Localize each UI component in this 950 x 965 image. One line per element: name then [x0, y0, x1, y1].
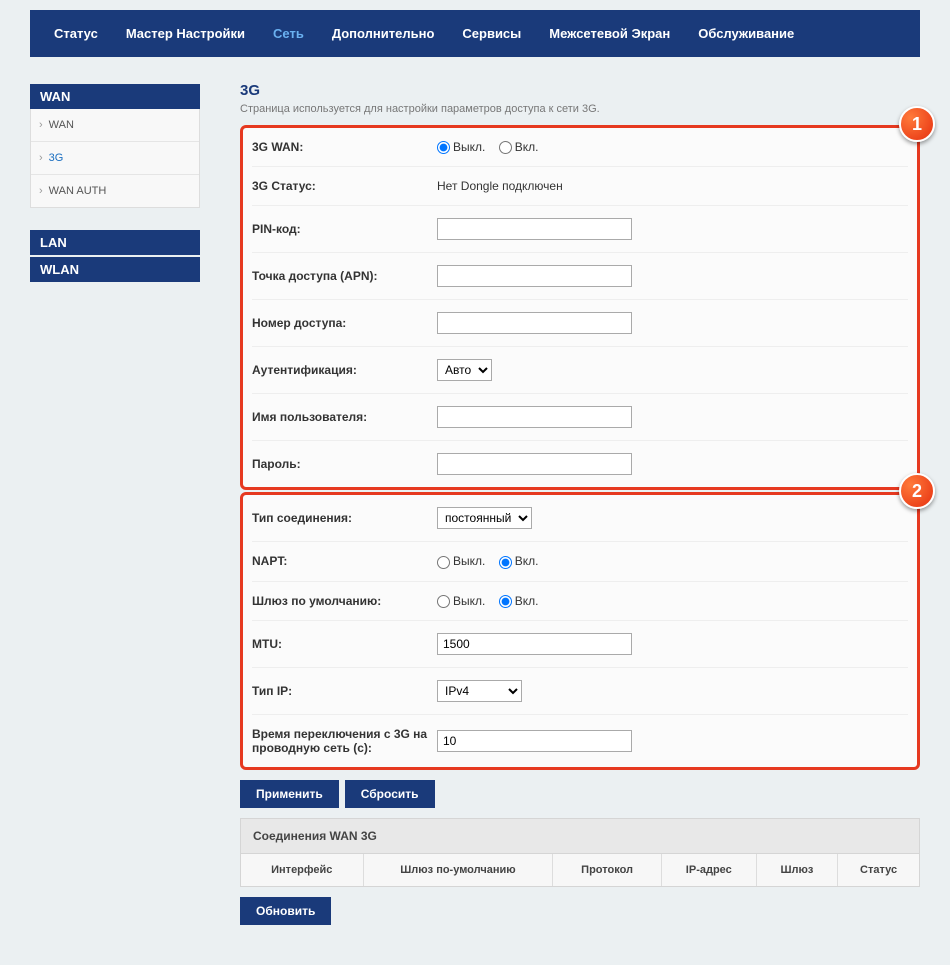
th-defgw: Шлюз по-умолчанию	[363, 854, 553, 886]
input-pass[interactable]	[437, 453, 632, 475]
radio-napt-on[interactable]: Вкл.	[499, 554, 539, 568]
select-auth[interactable]: Авто	[437, 359, 492, 381]
radio-defgw-off[interactable]: Выкл.	[437, 594, 485, 608]
label-3gstatus: 3G Статус:	[252, 179, 437, 193]
wan3g-table: Соединения WAN 3G Интерфейс Шлюз по-умол…	[240, 818, 920, 887]
sidebar-header-wan[interactable]: WAN	[30, 84, 200, 109]
label-switchtime: Время переключения с 3G на проводную сет…	[252, 727, 437, 755]
input-dialnum[interactable]	[437, 312, 632, 334]
label-pass: Пароль:	[252, 457, 437, 471]
nav-advanced[interactable]: Дополнительно	[318, 10, 449, 57]
label-napt: NAPT:	[252, 554, 437, 568]
nav-status[interactable]: Статус	[40, 10, 112, 57]
section-1: 1 3G WAN: Выкл. Вкл. 3G Статус: Нет Dong…	[240, 125, 920, 490]
label-defgw: Шлюз по умолчанию:	[252, 594, 437, 608]
reset-button[interactable]: Сбросить	[345, 780, 435, 808]
label-user: Имя пользователя:	[252, 410, 437, 424]
table-title: Соединения WAN 3G	[241, 819, 919, 854]
th-ip: IP-адрес	[661, 854, 756, 886]
nav-wizard[interactable]: Мастер Настройки	[112, 10, 259, 57]
th-status: Статус	[838, 854, 919, 886]
radio-napt-off[interactable]: Выкл.	[437, 554, 485, 568]
sidebar-header-wlan[interactable]: WLAN	[30, 257, 200, 282]
section-2: 2 Тип соединения: постоянный NAPT: Выкл.…	[240, 492, 920, 770]
label-mtu: MTU:	[252, 637, 437, 651]
label-iptype: Тип IP:	[252, 684, 437, 698]
sidebar-item-wanauth[interactable]: WAN AUTH	[31, 175, 199, 207]
refresh-button[interactable]: Обновить	[240, 897, 331, 925]
th-interface: Интерфейс	[241, 854, 363, 886]
label-pin: PIN-код:	[252, 222, 437, 236]
marker-2-icon: 2	[899, 473, 935, 509]
radio-defgw-on[interactable]: Вкл.	[499, 594, 539, 608]
label-apn: Точка доступа (APN):	[252, 269, 437, 283]
input-apn[interactable]	[437, 265, 632, 287]
nav-network[interactable]: Сеть	[259, 10, 318, 57]
nav-maintenance[interactable]: Обслуживание	[684, 10, 808, 57]
label-dialnum: Номер доступа:	[252, 316, 437, 330]
marker-1-icon: 1	[899, 106, 935, 142]
th-protocol: Протокол	[553, 854, 661, 886]
label-3gwan: 3G WAN:	[252, 140, 437, 154]
radio-3gwan-off[interactable]: Выкл.	[437, 140, 485, 154]
input-pin[interactable]	[437, 218, 632, 240]
main-content: 3G Страница используется для настройки п…	[240, 82, 920, 935]
radio-3gwan-on[interactable]: Вкл.	[499, 140, 539, 154]
select-iptype[interactable]: IPv4	[437, 680, 522, 702]
page-desc: Страница используется для настройки пара…	[240, 103, 920, 115]
input-user[interactable]	[437, 406, 632, 428]
input-switchtime[interactable]	[437, 730, 632, 752]
th-gw: Шлюз	[756, 854, 837, 886]
input-mtu[interactable]	[437, 633, 632, 655]
nav-firewall[interactable]: Межсетевой Экран	[535, 10, 684, 57]
nav-services[interactable]: Сервисы	[448, 10, 535, 57]
page-title: 3G	[240, 82, 920, 99]
sidebar-item-wan[interactable]: WAN	[31, 109, 199, 142]
label-conntype: Тип соединения:	[252, 511, 437, 525]
apply-button[interactable]: Применить	[240, 780, 339, 808]
top-navbar: Статус Мастер Настройки Сеть Дополнитель…	[30, 10, 920, 57]
label-auth: Аутентификация:	[252, 363, 437, 377]
sidebar: WAN WAN 3G WAN AUTH LAN WLAN	[30, 82, 200, 935]
sidebar-header-lan[interactable]: LAN	[30, 230, 200, 255]
select-conntype[interactable]: постоянный	[437, 507, 532, 529]
value-3gstatus: Нет Dongle подключен	[437, 179, 908, 193]
sidebar-item-3g[interactable]: 3G	[31, 142, 199, 175]
